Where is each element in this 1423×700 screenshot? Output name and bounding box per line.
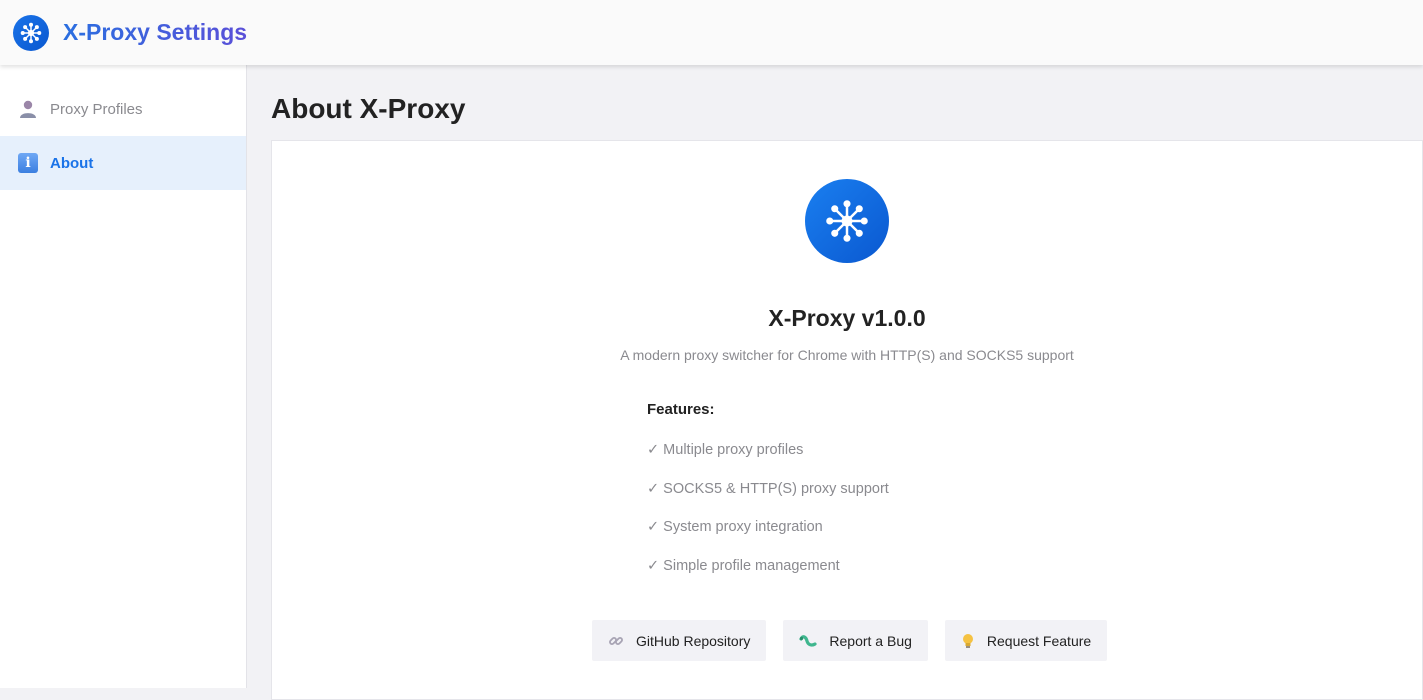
lightbulb-icon: [961, 633, 975, 649]
sidebar-item-label: About: [50, 154, 94, 172]
github-repository-button[interactable]: GitHub Repository: [592, 620, 767, 661]
sidebar-item-proxy-profiles[interactable]: Proxy Profiles: [0, 82, 246, 136]
feature-item: ✓ Multiple proxy profiles: [647, 442, 804, 458]
network-hub-icon: [805, 179, 889, 263]
about-actions: GitHub Repository Report a Bug Request F…: [592, 620, 1124, 661]
network-hub-icon: [13, 14, 49, 51]
button-label: GitHub Repository: [636, 632, 751, 649]
feature-item: ✓ Simple profile management: [647, 557, 840, 574]
user-icon: [17, 98, 39, 120]
button-label: Report a Bug: [829, 632, 912, 649]
feature-item: ✓ SOCKS5 & HTTP(S) proxy support: [647, 480, 889, 497]
bug-icon: [799, 633, 817, 649]
link-icon: [608, 633, 624, 649]
version-title: X-Proxy v1.0.0: [768, 305, 926, 331]
features-list: Features: ✓ Multiple proxy profiles ✓ SO…: [647, 401, 889, 596]
sidebar-item-about[interactable]: i About: [0, 136, 246, 190]
about-card: X-Proxy v1.0.0 A modern proxy switcher f…: [271, 140, 1423, 700]
features-heading: Features:: [647, 401, 715, 418]
sidebar: Proxy Profiles i About: [0, 65, 247, 688]
info-icon: i: [17, 152, 39, 174]
request-feature-button[interactable]: Request Feature: [944, 620, 1108, 661]
sidebar-item-label: Proxy Profiles: [50, 100, 143, 118]
feature-item: ✓ System proxy integration: [647, 519, 823, 536]
tagline: A modern proxy switcher for Chrome with …: [620, 347, 1074, 363]
app-title: X-Proxy Settings: [63, 19, 248, 45]
report-bug-button[interactable]: Report a Bug: [783, 620, 928, 661]
button-label: Request Feature: [986, 632, 1092, 649]
page-title: About X-Proxy: [271, 93, 466, 124]
app-header: X-Proxy Settings: [0, 0, 1423, 65]
